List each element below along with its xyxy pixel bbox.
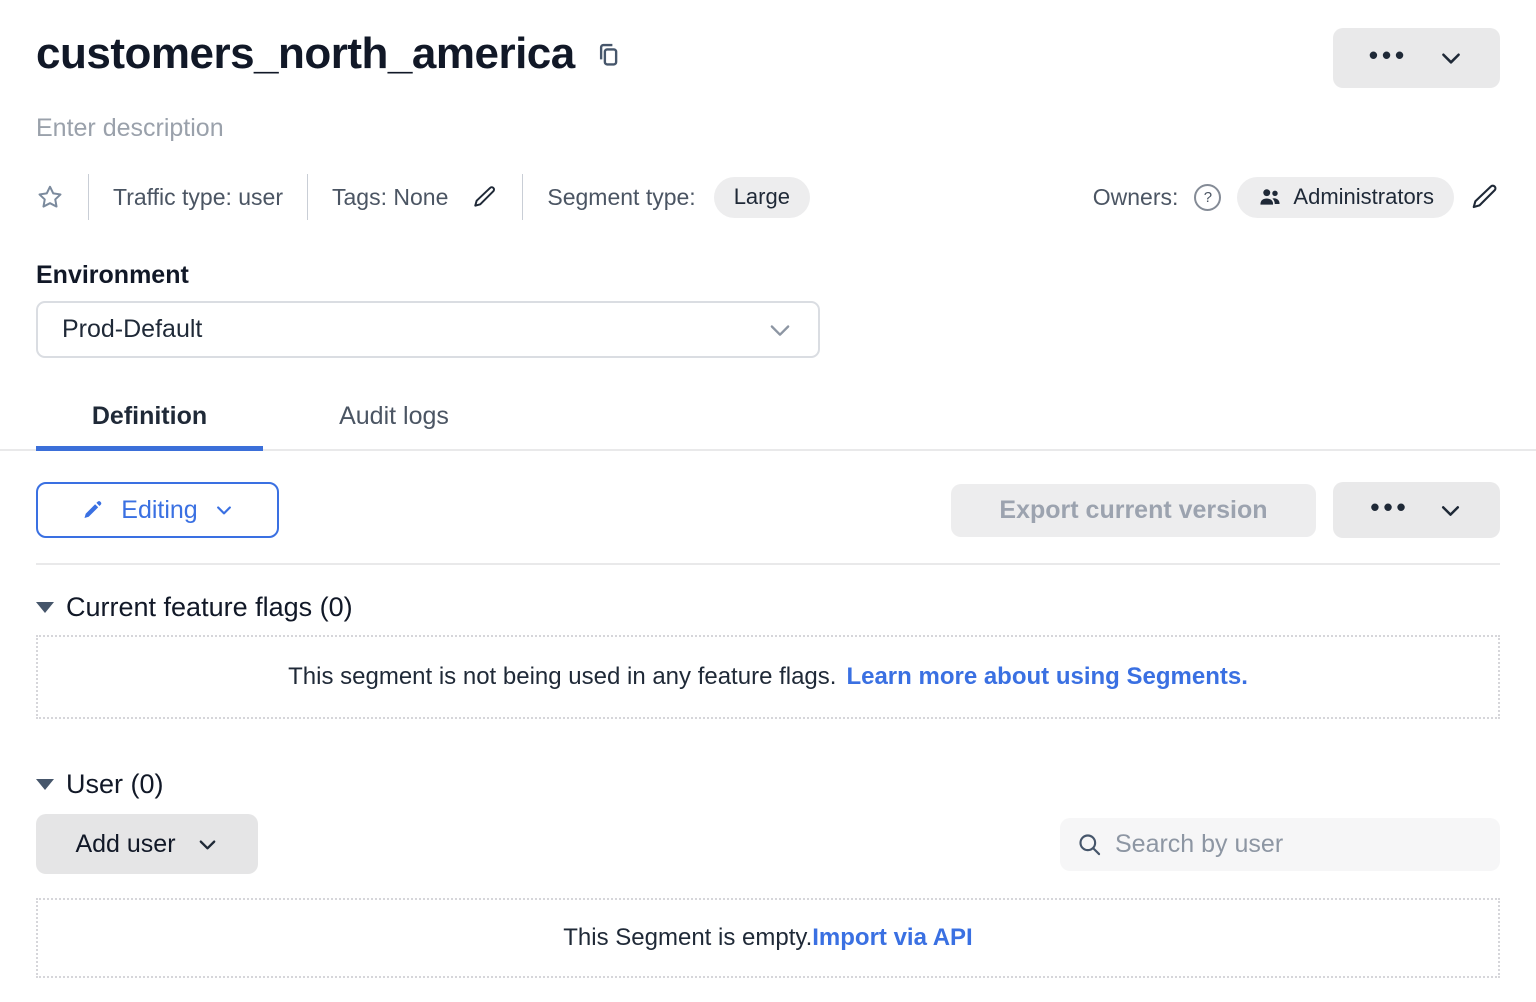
edit-owners-pencil-icon[interactable] [1470,182,1500,212]
toolbar-more-actions-button[interactable]: ••• [1333,482,1500,538]
feature-flags-section-header[interactable]: Current feature flags (0) [36,592,1500,623]
user-controls-row: Add user [36,814,1500,874]
segment-type-badge: Large [714,177,810,218]
feature-flags-empty-text: This segment is not being used in any fe… [288,663,836,691]
people-icon [1257,184,1283,210]
user-empty-state: This Segment is empty. Import via API [36,898,1500,978]
divider [307,174,308,220]
tags-label: Tags: None [332,184,448,211]
search-by-user-input[interactable] [1115,830,1484,859]
chevron-down-icon [1438,45,1464,71]
owners-value: Administrators [1293,184,1434,210]
meta-row: Traffic type: user Tags: None Segment ty… [36,173,1500,221]
search-by-user-box [1060,818,1500,871]
owners-group: Owners: ? Administrators [1093,177,1500,218]
add-user-button[interactable]: Add user [36,814,258,874]
import-via-api-link[interactable]: Import via API [812,924,972,952]
divider [88,174,89,220]
tab-audit-logs[interactable]: Audit logs [263,402,525,449]
search-icon [1076,831,1103,858]
ellipsis-icon: ••• [1369,42,1408,68]
definition-toolbar: Editing Export current version ••• [36,482,1500,538]
owners-label: Owners: [1093,184,1179,211]
environment-select[interactable]: Prod-Default [36,301,820,358]
environment-selected-value: Prod-Default [62,315,202,344]
collapse-triangle-icon [36,602,54,613]
user-heading: User (0) [66,769,164,800]
header: customers_north_america ••• [36,28,1500,88]
segment-type-label: Segment type: [547,184,695,211]
feature-flags-empty-state: This segment is not being used in any fe… [36,635,1500,719]
export-current-version-button[interactable]: Export current version [951,484,1316,537]
learn-more-segments-link[interactable]: Learn more about using Segments. [846,663,1247,691]
collapse-triangle-icon [36,779,54,790]
description-field[interactable]: Enter description [36,114,1500,143]
editing-mode-button[interactable]: Editing [36,482,279,538]
owners-help-icon[interactable]: ? [1194,184,1221,211]
edit-tags-pencil-icon[interactable] [472,184,498,210]
add-user-label: Add user [75,830,175,859]
editing-label: Editing [121,496,197,525]
feature-flags-heading: Current feature flags (0) [66,592,353,623]
copy-name-icon[interactable] [593,40,623,70]
ellipsis-icon: ••• [1370,494,1409,520]
pencil-filled-icon [81,498,105,522]
chevron-down-icon [1438,498,1463,523]
user-empty-text: This Segment is empty. [563,924,812,952]
chevron-down-icon [196,833,219,856]
header-more-actions-button[interactable]: ••• [1333,28,1500,88]
page-title: customers_north_america [36,28,575,80]
traffic-type-label: Traffic type: user [113,184,283,211]
owners-badge[interactable]: Administrators [1237,177,1454,218]
chevron-down-icon [214,500,234,520]
tab-bar: Definition Audit logs [0,402,1536,451]
segment-detail-page: customers_north_america ••• Enter descri… [0,0,1536,1002]
environment-label: Environment [36,261,1500,290]
chevron-down-icon [766,316,794,344]
user-section-header[interactable]: User (0) [36,769,1500,800]
section-divider [36,563,1500,565]
tab-definition[interactable]: Definition [36,402,263,449]
favorite-star-icon[interactable] [36,183,64,211]
divider [522,174,523,220]
